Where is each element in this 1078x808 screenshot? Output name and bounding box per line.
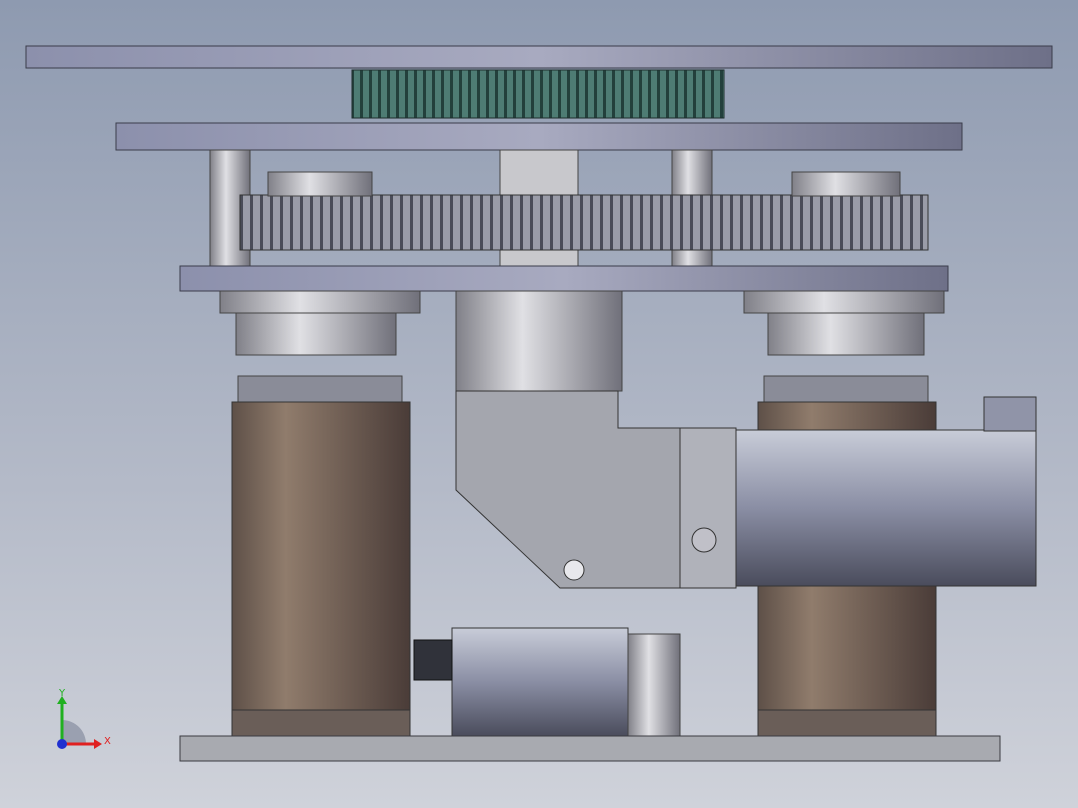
x-axis-label: X: [104, 736, 111, 747]
lower-motor: [413, 627, 681, 737]
bearing-right: [743, 290, 945, 403]
right-angle-gearbox: [455, 290, 737, 589]
top-gear: [351, 69, 725, 119]
upper-plate: [115, 122, 963, 151]
gear-hub-left: [267, 171, 373, 197]
cad-viewport[interactable]: Y X: [0, 0, 1078, 808]
top-plate: [25, 45, 1053, 69]
motor-connector: [983, 396, 1037, 432]
bearing-left: [219, 290, 421, 403]
y-axis-label: Y: [58, 688, 66, 699]
motor-left: [231, 401, 411, 711]
middle-plate: [179, 265, 949, 292]
z-axis-dot: [57, 739, 67, 749]
servo-motor: [735, 429, 1037, 587]
motor-left-base: [231, 709, 411, 737]
gear-train: [239, 194, 929, 251]
base-plate: [179, 735, 1001, 762]
motor-right-base: [757, 709, 937, 737]
gear-hub-right: [791, 171, 901, 197]
axis-triad: Y X: [57, 688, 111, 749]
